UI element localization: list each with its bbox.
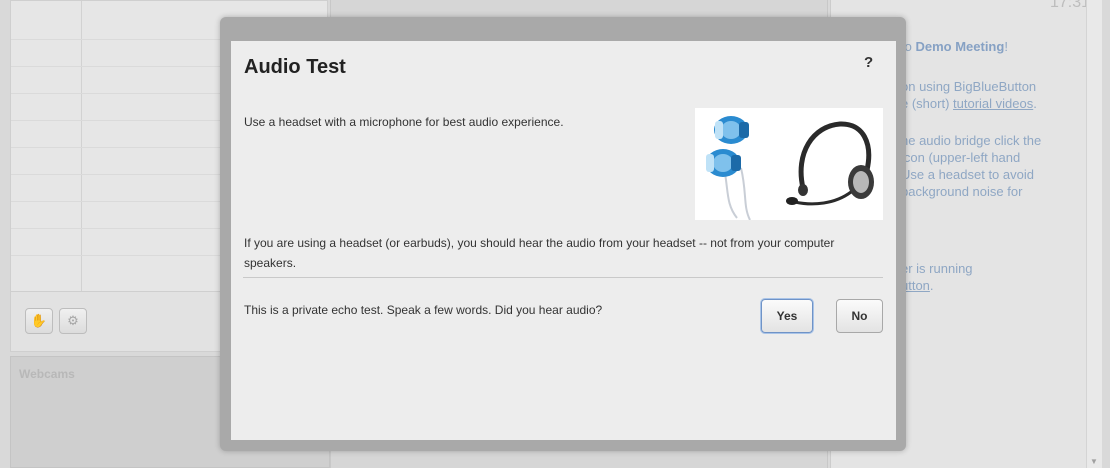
chat-timestamp: 17:31 (1049, 0, 1090, 11)
chat-line: e (short) tutorial videos. (901, 96, 1037, 111)
audio-test-dialog-frame: Audio Test ? Use a headset with a microp… (220, 17, 906, 451)
chat-scrollbar[interactable]: ▼ (1086, 0, 1102, 468)
column-divider (81, 1, 82, 291)
chat-line: background noise for (901, 184, 1023, 199)
help-icon[interactable]: ? (864, 54, 873, 71)
scroll-down-arrow-icon[interactable]: ▼ (1090, 457, 1098, 466)
dialog-title: Audio Test (244, 56, 346, 78)
divider (243, 277, 883, 278)
audio-test-dialog: Audio Test ? Use a headset with a microp… (231, 41, 896, 440)
gear-icon: ⚙ (67, 313, 79, 328)
raise-hand-button[interactable]: ✋ (25, 308, 53, 334)
chat-line: to Demo Meeting! (901, 39, 1008, 54)
no-button[interactable]: No (836, 299, 883, 333)
settings-button[interactable]: ⚙ (59, 308, 87, 334)
headset-earbuds-image (695, 108, 883, 220)
hand-icon: ✋ (30, 313, 48, 328)
chat-line: Use a headset to avoid (901, 167, 1034, 182)
meeting-name: Demo Meeting (915, 39, 1005, 54)
webcams-title: Webcams (19, 367, 75, 381)
headset-earbuds-icon (706, 116, 874, 220)
echo-test-question: This is a private echo test. Speak a few… (244, 303, 603, 317)
intro-text: Use a headset with a microphone for best… (244, 115, 564, 129)
chat-line: icon (upper-left hand (901, 150, 1021, 165)
chat-line: on using BigBlueButton (901, 79, 1037, 94)
tutorial-videos-link[interactable]: tutorial videos (953, 96, 1033, 111)
chat-line: er is running (901, 261, 973, 276)
hint-text: If you are using a headset (or earbuds),… (244, 236, 835, 270)
yes-button[interactable]: Yes (761, 299, 813, 333)
chat-line: he audio bridge click the (901, 133, 1042, 148)
